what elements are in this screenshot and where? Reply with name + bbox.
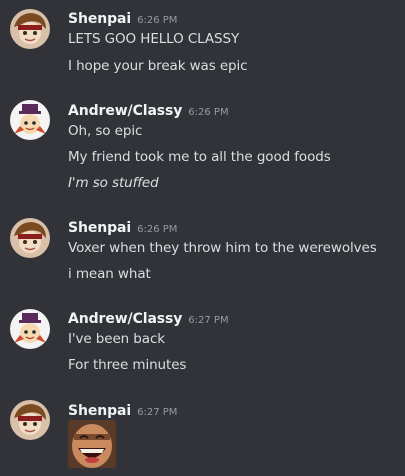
author-name[interactable]: Shenpai: [68, 11, 131, 27]
timestamp: 6:26 PM: [137, 224, 178, 235]
shenpai-avatar-icon: [10, 400, 50, 440]
message-header: Shenpai 6:27 PM: [68, 400, 177, 419]
message-text: I'm so stuffed: [68, 175, 159, 191]
message-text: My friend took me to all the good foods: [68, 149, 331, 165]
timestamp: 6:27 PM: [137, 407, 178, 418]
message-text: For three minutes: [68, 357, 187, 373]
andrew-avatar-icon: [10, 309, 50, 349]
message-header: Andrew/Classy 6:27 PM: [68, 308, 229, 327]
message-text: Voxer when they throw him to the werewol…: [68, 240, 377, 256]
author-name[interactable]: Shenpai: [68, 403, 131, 419]
message-header: Andrew/Classy 6:26 PM: [68, 100, 229, 119]
avatar[interactable]: [10, 100, 50, 140]
author-name[interactable]: Andrew/Classy: [68, 103, 182, 119]
message-text: i mean what: [68, 266, 151, 282]
laughing-face-icon: [68, 420, 116, 468]
shenpai-avatar-icon: [10, 9, 50, 49]
avatar[interactable]: [10, 218, 50, 258]
message-header: Shenpai 6:26 PM: [68, 217, 177, 236]
message-header: Shenpai 6:26 PM: [68, 8, 177, 27]
message-text: LETS GOO HELLO CLASSY: [68, 31, 240, 47]
message-text: I've been back: [68, 331, 165, 347]
timestamp: 6:26 PM: [137, 15, 178, 26]
message-text: I hope your break was epic: [68, 58, 248, 74]
timestamp: 6:27 PM: [188, 315, 229, 326]
avatar[interactable]: [10, 400, 50, 440]
avatar[interactable]: [10, 9, 50, 49]
avatar[interactable]: [10, 309, 50, 349]
shenpai-avatar-icon: [10, 218, 50, 258]
laughing-emoji-image[interactable]: [68, 420, 116, 468]
message-text: Oh, so epic: [68, 123, 143, 139]
andrew-avatar-icon: [10, 100, 50, 140]
author-name[interactable]: Shenpai: [68, 220, 131, 236]
timestamp: 6:26 PM: [188, 107, 229, 118]
author-name[interactable]: Andrew/Classy: [68, 311, 182, 327]
chat-messages: Shenpai 6:26 PM LETS GOO HELLO CLASSY I h…: [0, 0, 405, 476]
